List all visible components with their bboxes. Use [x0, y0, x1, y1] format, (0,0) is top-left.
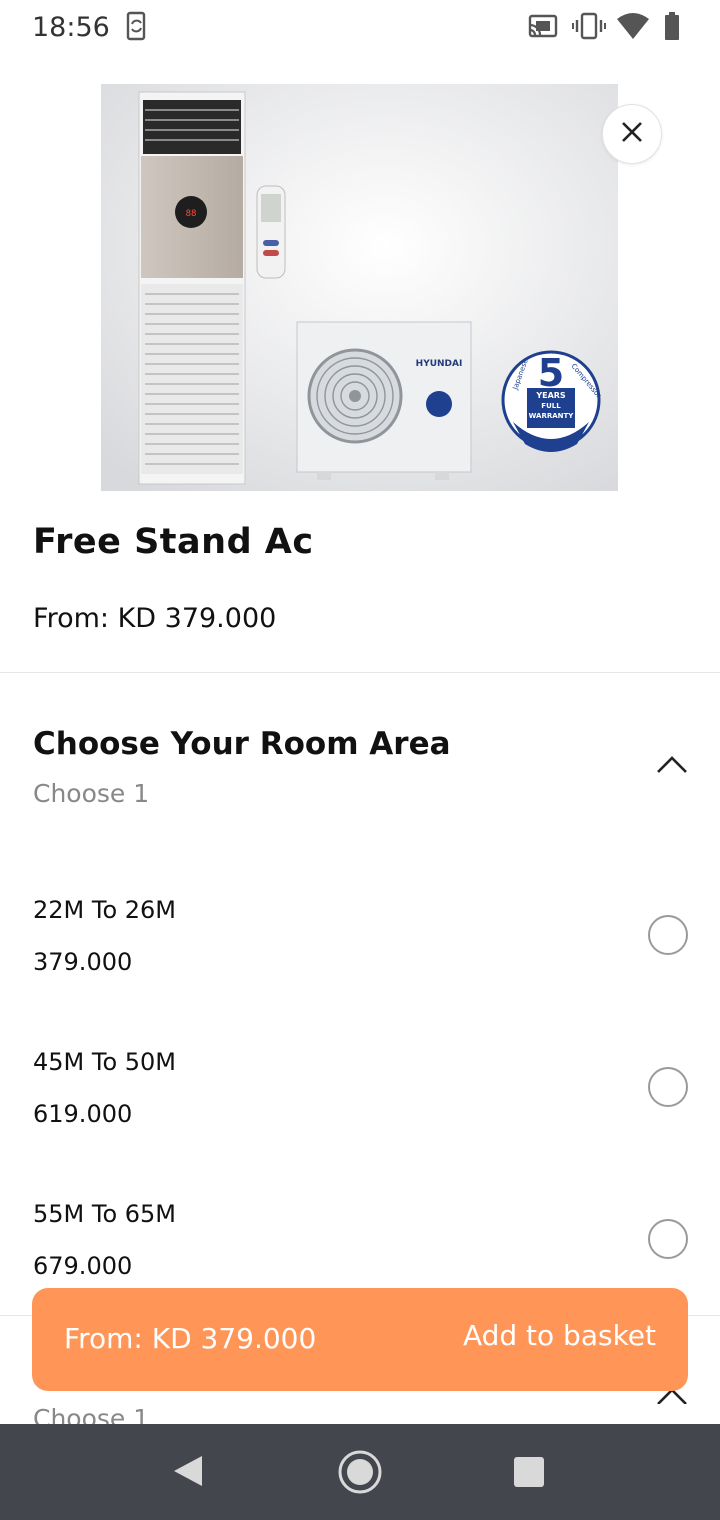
- brand-label: HYUNDAI: [416, 359, 463, 369]
- home-icon[interactable]: [337, 1449, 383, 1499]
- divider: [0, 672, 720, 673]
- option-label: 55M To 65M: [33, 1200, 177, 1228]
- back-icon[interactable]: [172, 1454, 204, 1492]
- battery-icon: [664, 11, 680, 45]
- section-subtitle: Choose 1: [33, 779, 150, 808]
- badge-line-1: YEARS: [535, 391, 566, 400]
- close-icon: [621, 121, 643, 147]
- badge-line-2: FULL: [541, 402, 561, 410]
- add-to-basket-bar[interactable]: From: KD 379.000 Add to basket: [32, 1288, 688, 1391]
- option-price: 379.000: [33, 948, 133, 976]
- option-radio[interactable]: [648, 915, 688, 955]
- display-readout: 88: [186, 209, 197, 219]
- option-radio[interactable]: [648, 1219, 688, 1259]
- phone-sync-icon: [124, 11, 150, 45]
- product-title: Free Stand Ac: [33, 522, 314, 562]
- wifi-icon: [616, 11, 650, 45]
- option-label: 45M To 50M: [33, 1048, 177, 1076]
- chevron-up-icon[interactable]: [656, 754, 688, 778]
- basket-price: From: KD 379.000: [64, 1322, 317, 1355]
- chevron-up-icon[interactable]: [656, 1388, 688, 1408]
- option-radio[interactable]: [648, 1067, 688, 1107]
- vibrate-icon: [572, 11, 606, 45]
- system-nav-bar: [0, 1424, 720, 1520]
- next-section-subtitle: Choose 1: [33, 1404, 150, 1424]
- option-price: 679.000: [33, 1252, 133, 1280]
- option-label: 22M To 26M: [33, 896, 177, 924]
- product-price: From: KD 379.000: [33, 603, 277, 634]
- close-button[interactable]: [602, 104, 662, 164]
- add-to-basket-button[interactable]: Add to basket: [463, 1319, 656, 1352]
- status-bar: 18:56: [0, 0, 720, 56]
- status-time: 18:56: [32, 12, 110, 43]
- section-title: Choose Your Room Area: [33, 726, 451, 762]
- option-price: 619.000: [33, 1100, 133, 1128]
- cast-icon: [528, 11, 558, 45]
- badge-line-3: WARRANTY: [529, 412, 575, 420]
- recents-icon[interactable]: [513, 1456, 545, 1492]
- product-image: 88 HYUNDAI 5 YEARS FULL WARRANTY Japanes…: [101, 84, 618, 491]
